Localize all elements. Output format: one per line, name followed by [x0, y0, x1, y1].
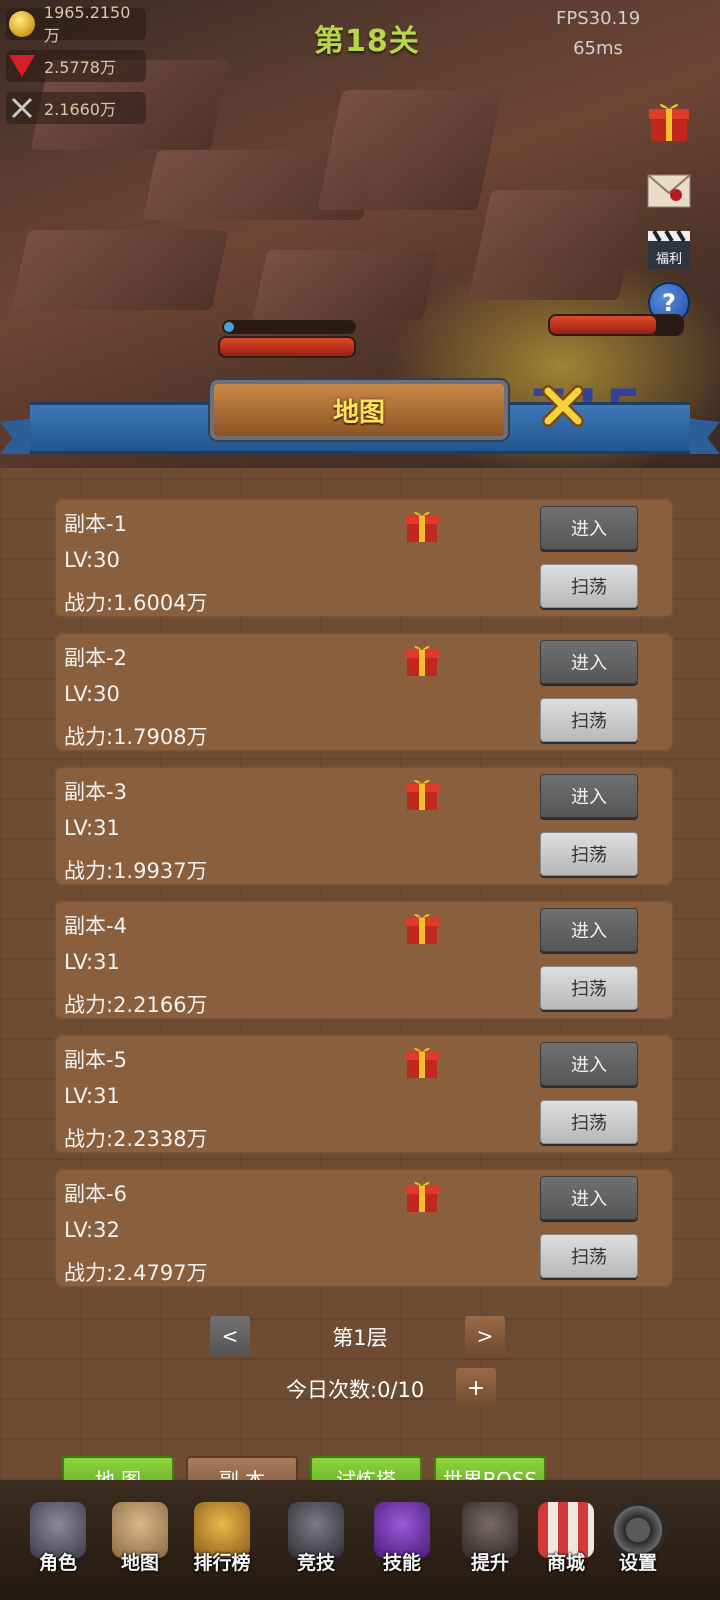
reward-gift-icon[interactable] [404, 910, 440, 946]
add-attempts-button[interactable]: + [456, 1368, 496, 1408]
enter-button[interactable]: 进入 [540, 774, 638, 818]
latency-value: 65ms [573, 38, 623, 59]
dungeon-power: 战力:1.9937万 [64, 859, 208, 883]
player-health-bar [218, 336, 356, 358]
dungeon-level: LV:31 [64, 950, 120, 974]
fps-readout: FPS30.19 65ms [556, 4, 640, 64]
player-mana-bar [222, 320, 356, 334]
dungeon-card: 副本-5 LV:31 战力:2.2338万 进入 扫荡 [54, 1034, 674, 1154]
rock-decor [252, 250, 438, 320]
nav-ranking[interactable]: 排行榜 [182, 1494, 262, 1594]
dungeon-level: LV:30 [64, 548, 120, 572]
nav-skills-label: 技能 [382, 1552, 421, 1574]
dungeon-power: 战力:2.4797万 [64, 1261, 208, 1285]
bottom-navigation: 角色 地图 排行榜 竞技 技能 提升 商城 设置 [0, 1480, 720, 1600]
enemy-health-bar [548, 314, 684, 336]
welfare-clapperboard-icon[interactable]: 福利 [646, 226, 692, 272]
nav-map-label: 地图 [120, 1552, 159, 1574]
power-resource: 2.1660万 [6, 92, 146, 124]
sweep-button[interactable]: 扫荡 [540, 1100, 638, 1144]
dungeon-name: 副本-5 [64, 1048, 127, 1072]
reward-gift-icon[interactable] [404, 1178, 440, 1214]
dungeon-name: 副本-3 [64, 780, 127, 804]
reward-gift-icon[interactable] [404, 1044, 440, 1080]
welfare-label: 福利 [656, 252, 682, 267]
rock-decor [317, 90, 503, 210]
dungeon-power: 战力:1.6004万 [64, 591, 208, 615]
enter-button[interactable]: 进入 [540, 640, 638, 684]
dungeon-level: LV:31 [64, 1084, 120, 1108]
crossed-swords-icon [8, 94, 36, 122]
fps-value: FPS30.19 [556, 8, 641, 29]
reward-gift-icon[interactable] [404, 776, 440, 812]
map-dialog-header: 地图 [0, 372, 720, 468]
enter-button[interactable]: 进入 [540, 506, 638, 550]
rock-decor [468, 190, 642, 300]
dungeon-name: 副本-1 [64, 512, 127, 536]
dungeon-card: 副本-4 LV:31 战力:2.2166万 进入 扫荡 [54, 900, 674, 1020]
nav-role-label: 角色 [38, 1552, 77, 1574]
dungeon-name: 副本-2 [64, 646, 127, 670]
sweep-button[interactable]: 扫荡 [540, 832, 638, 876]
nav-arena[interactable]: 竞技 [276, 1494, 356, 1594]
nav-arena-label: 竞技 [296, 1552, 335, 1574]
reward-gift-icon[interactable] [404, 642, 440, 678]
nav-skills[interactable]: 技能 [362, 1494, 442, 1594]
power-amount: 2.1660万 [44, 100, 116, 119]
dungeon-power: 战力:2.2166万 [64, 993, 208, 1017]
dungeon-power: 战力:2.2338万 [64, 1127, 208, 1151]
nav-shop-label: 商城 [546, 1552, 585, 1574]
nav-map[interactable]: 地图 [100, 1494, 180, 1594]
enter-button[interactable]: 进入 [540, 1176, 638, 1220]
red-gem-icon [8, 52, 36, 80]
mail-icon[interactable] [646, 168, 692, 214]
daily-count: 今日次数:0/10 [286, 1378, 425, 1402]
dungeon-card: 副本-2 LV:30 战力:1.7908万 进入 扫荡 [54, 632, 674, 752]
sweep-button[interactable]: 扫荡 [540, 698, 638, 742]
dungeon-name: 副本-4 [64, 914, 127, 938]
gem-amount: 2.5778万 [44, 58, 116, 77]
nav-settings[interactable]: 设置 [598, 1494, 678, 1594]
sweep-button[interactable]: 扫荡 [540, 1234, 638, 1278]
next-page-button[interactable]: > [465, 1316, 505, 1356]
dungeon-card: 副本-1 LV:30 战力:1.6004万 进入 扫荡 [54, 498, 674, 618]
nav-upgrade-label: 提升 [470, 1552, 509, 1574]
gift-box-icon[interactable] [646, 98, 692, 144]
close-button[interactable] [538, 384, 588, 428]
dungeon-card: 副本-6 LV:32 战力:2.4797万 进入 扫荡 [54, 1168, 674, 1288]
nav-ranking-label: 排行榜 [193, 1552, 251, 1574]
enter-button[interactable]: 进入 [540, 1042, 638, 1086]
gold-coin-icon [8, 10, 36, 38]
reward-gift-icon[interactable] [404, 508, 440, 544]
stage-label: 第18关 [314, 24, 420, 59]
nav-role[interactable]: 角色 [18, 1494, 98, 1594]
dungeon-level: LV:31 [64, 816, 120, 840]
gem-resource: 2.5778万 [6, 50, 146, 82]
dungeon-level: LV:30 [64, 682, 120, 706]
dialog-title: 地图 [332, 397, 385, 428]
rock-decor [11, 230, 229, 310]
nav-upgrade[interactable]: 提升 [450, 1494, 530, 1594]
dungeon-name: 副本-6 [64, 1182, 127, 1206]
prev-page-button[interactable]: < [210, 1316, 250, 1356]
gold-amount: 1965.2150万 [43, 2, 131, 45]
enter-button[interactable]: 进入 [540, 908, 638, 952]
close-x-icon [542, 385, 584, 427]
sweep-button[interactable]: 扫荡 [540, 966, 638, 1010]
gold-resource: 1965.2150万 [6, 3, 146, 45]
dialog-title-plaque: 地图 [210, 380, 508, 440]
sweep-button[interactable]: 扫荡 [540, 564, 638, 608]
dungeon-power: 战力:1.7908万 [64, 725, 208, 749]
nav-settings-label: 设置 [618, 1552, 657, 1574]
dungeon-card: 副本-3 LV:31 战力:1.9937万 进入 扫荡 [54, 766, 674, 886]
dungeon-level: LV:32 [64, 1218, 120, 1242]
nav-shop[interactable]: 商城 [526, 1494, 606, 1594]
floor-label: 第1层 [332, 1326, 388, 1350]
